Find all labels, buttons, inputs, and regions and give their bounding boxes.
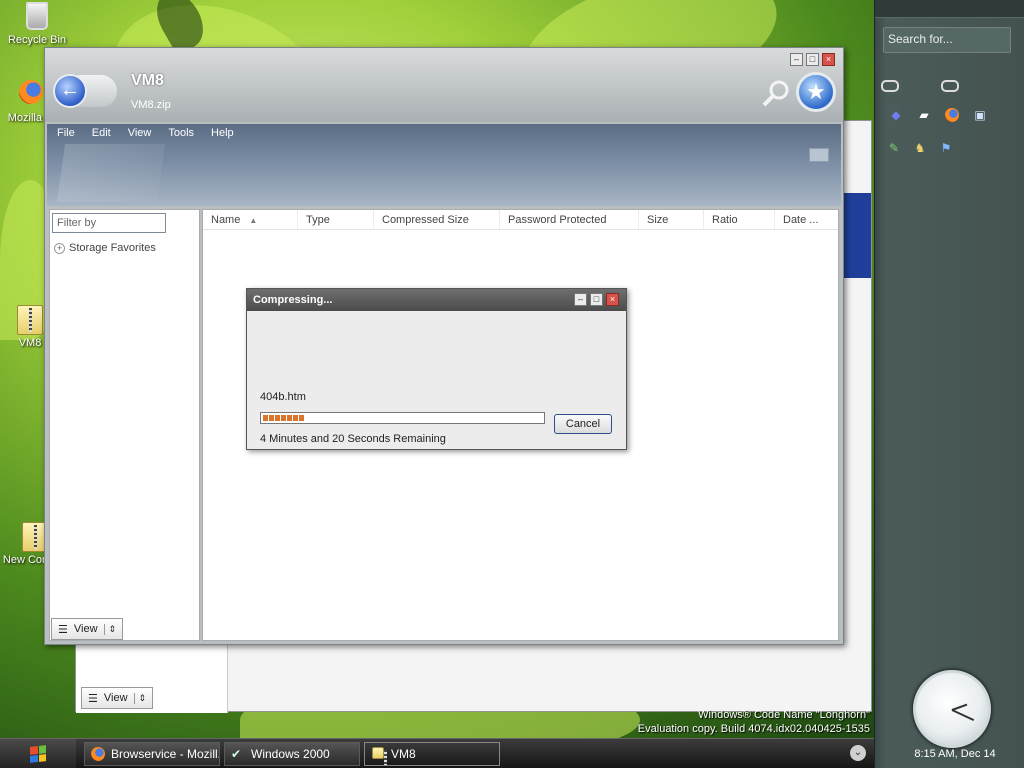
taskbar: Browservice - Mozill... ✔ Windows 2000 V… <box>0 738 874 768</box>
notes-icon[interactable]: ▰ <box>915 107 933 123</box>
window-title: VM8 <box>131 72 164 89</box>
chat-bubble-icon[interactable] <box>881 78 899 94</box>
column-ratio[interactable]: Ratio <box>704 210 775 229</box>
taskbar-item-label: Windows 2000 <box>251 747 330 761</box>
star-icon[interactable]: ★ <box>796 72 836 112</box>
menubar-decoration <box>56 144 166 202</box>
chat-bubble-icon[interactable] <box>941 78 959 94</box>
chevron-updown-icon: ⇕ <box>103 623 116 635</box>
desktop-icon-label: VM8 <box>18 337 42 349</box>
start-button[interactable] <box>0 739 76 768</box>
storage-favorites-item[interactable]: + Storage Favorites <box>54 242 156 254</box>
navigation-pane: Filter by + Storage Favorites ☰ View ⇕ <box>49 209 200 641</box>
dialog-body: 404b.htm Cancel 4 Minutes and 20 Seconds… <box>250 311 623 447</box>
taskbar-item-label: Browservice - Mozill... <box>111 747 220 761</box>
menu-bar: File Edit View Tools Help <box>47 124 841 206</box>
messenger-icon[interactable]: ◆ <box>887 107 905 123</box>
chevron-updown-icon: ⇕ <box>133 692 146 704</box>
firefox-icon[interactable] <box>943 107 961 123</box>
desktop-icon-label: Recycle Bin <box>7 34 67 46</box>
minimize-button[interactable]: – <box>790 53 803 66</box>
watermark-line-2: Evaluation copy. Build 4074.idx02.040425… <box>637 723 870 735</box>
tool-icon[interactable]: ✎ <box>885 140 903 156</box>
search-icon[interactable] <box>761 78 791 108</box>
column-name[interactable]: Name ▲ <box>203 210 298 229</box>
firefox-icon <box>91 747 105 761</box>
storage-favorites-label: Storage Favorites <box>69 242 156 254</box>
desktop-icon-recycle-bin[interactable]: Recycle Bin <box>2 2 72 46</box>
taskbar-item-label: VM8 <box>391 747 416 761</box>
cancel-button[interactable]: Cancel <box>554 414 612 434</box>
view-button[interactable]: ☰ View ⇕ <box>51 618 124 640</box>
menu-view[interactable]: View <box>128 127 152 139</box>
zip-folder-icon <box>16 305 44 335</box>
view-list-icon: ☰ <box>58 623 68 636</box>
dialog-maximize-button[interactable]: □ <box>590 293 603 306</box>
taskbar-item-firefox[interactable]: Browservice - Mozill... <box>84 742 220 766</box>
clock-label: 8:15 AM, Dec 14 <box>914 748 996 760</box>
progress-fill <box>263 415 305 421</box>
zip-folder-icon <box>371 747 387 765</box>
time-remaining-label: 4 Minutes and 20 Seconds Remaining <box>260 433 446 445</box>
analog-clock <box>913 670 991 748</box>
watermark-line-1: Windows® Code Name "Longhorn" <box>698 709 870 721</box>
column-compressed-size[interactable]: Compressed Size <box>374 210 500 229</box>
column-type[interactable]: Type <box>298 210 374 229</box>
sidebar-top-strip <box>875 0 1024 18</box>
dialog-close-button[interactable]: × <box>606 293 619 306</box>
view-button-label: View <box>73 623 98 635</box>
background-view-button[interactable]: ☰ View ⇕ <box>81 687 154 709</box>
window-subtitle: VM8.zip <box>131 99 171 111</box>
back-arrow-icon[interactable]: ← <box>53 74 87 108</box>
remote-desktop-icon: ✔ <box>231 747 242 761</box>
maximize-button[interactable]: □ <box>806 53 819 66</box>
app-icon[interactable]: ▣ <box>971 107 989 123</box>
dialog-title: Compressing... <box>253 294 333 306</box>
column-size[interactable]: Size <box>639 210 704 229</box>
menu-file[interactable]: File <box>57 127 75 139</box>
dialog-minimize-button[interactable]: – <box>574 293 587 306</box>
column-date[interactable]: Date ... <box>775 210 835 229</box>
view-list-icon: ☰ <box>88 692 98 705</box>
sidebar-search-input[interactable]: Search for... <box>883 27 1011 53</box>
taskbar-item-windows-2000[interactable]: ✔ Windows 2000 <box>224 742 360 766</box>
compressing-dialog[interactable]: Compressing... – □ × 404b.htm Cancel 4 M… <box>246 288 627 450</box>
firefox-icon <box>17 80 45 110</box>
chevron-down-icon[interactable]: ⌄ <box>850 745 866 761</box>
sidebar: Search for... ◆ ▰ ▣ ✎ ♞ ⚑ 8:15 AM, Dec 1… <box>874 0 1024 768</box>
build-watermark: Windows® Code Name "Longhorn" Evaluation… <box>630 708 870 736</box>
recycle-bin-icon <box>23 2 51 32</box>
current-file-label: 404b.htm <box>260 391 306 403</box>
progress-bar <box>260 412 545 424</box>
menu-help[interactable]: Help <box>211 127 234 139</box>
sort-ascending-icon: ▲ <box>249 216 258 225</box>
window-title-area: ← VM8 VM8.zip ★ – □ × <box>45 48 843 122</box>
filter-placeholder: Filter by <box>57 217 97 229</box>
menu-tools[interactable]: Tools <box>168 127 194 139</box>
expand-icon[interactable]: + <box>54 242 65 254</box>
dialog-title-bar: Compressing... <box>247 289 626 311</box>
background-view-label: View <box>103 692 128 704</box>
windows-logo-icon <box>30 745 46 763</box>
menu-edit[interactable]: Edit <box>92 127 111 139</box>
filter-input[interactable]: Filter by <box>52 213 166 233</box>
clock-hour-hand <box>951 703 968 711</box>
background-window-blue-panel <box>843 193 871 278</box>
people-icon[interactable]: ♞ <box>911 140 929 156</box>
column-password-protected[interactable]: Password Protected <box>500 210 639 229</box>
sidebar-search-placeholder: Search for... <box>888 32 953 46</box>
column-header-row: Name ▲ Type Compressed Size Password Pro… <box>203 210 838 230</box>
column-name-label: Name <box>211 214 241 226</box>
pane-toggle-button[interactable] <box>809 148 829 162</box>
windows-flag-icon[interactable]: ⚑ <box>937 140 955 156</box>
taskbar-item-vm8[interactable]: VM8 <box>364 742 500 766</box>
close-button[interactable]: × <box>822 53 835 66</box>
clock-minute-hand <box>951 709 975 722</box>
